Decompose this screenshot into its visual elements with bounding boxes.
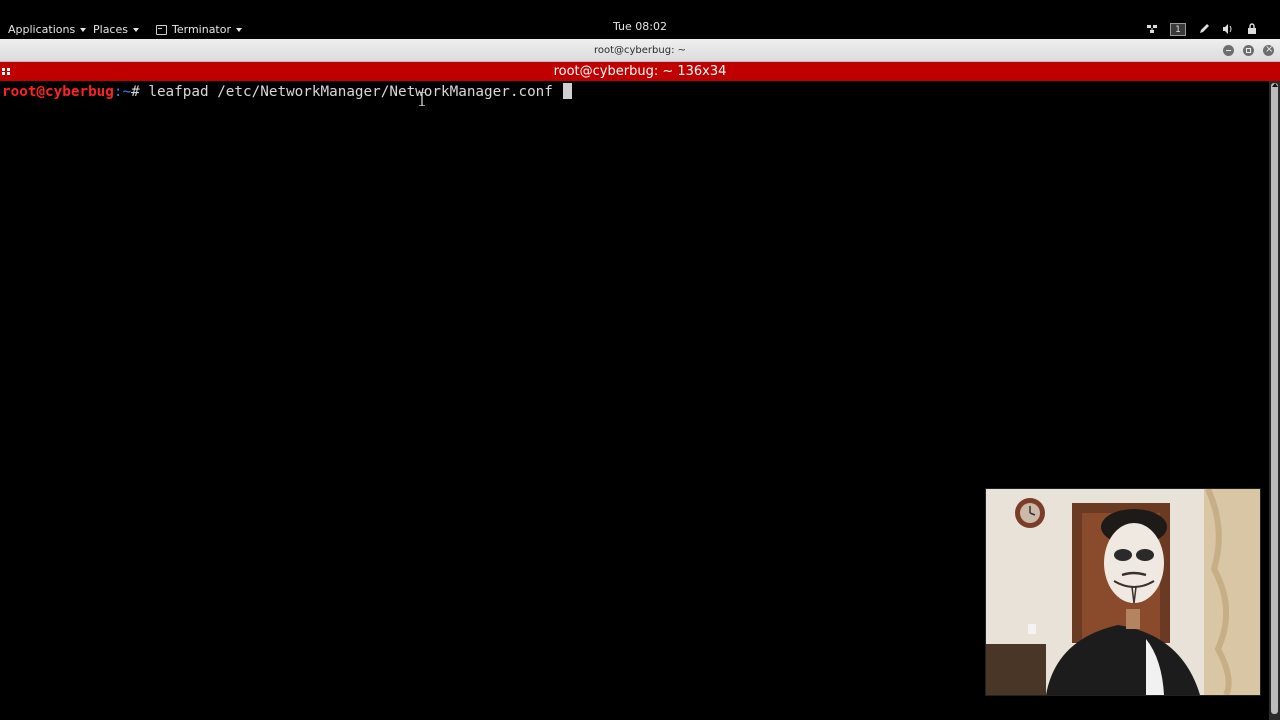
group-icon[interactable] <box>2 68 10 75</box>
system-tray: 1 <box>1146 20 1270 38</box>
command-text: leafpad /etc/NetworkManager/NetworkManag… <box>148 84 562 100</box>
volume-icon[interactable] <box>1222 23 1234 35</box>
scrollbar-thumb[interactable] <box>1271 83 1278 714</box>
maximize-icon[interactable] <box>1243 45 1254 56</box>
network-icon[interactable] <box>1146 23 1158 35</box>
window-title: root@cyberbug: ~ <box>593 45 687 56</box>
lock-icon[interactable] <box>1246 23 1258 35</box>
workspace-indicator[interactable]: 1 <box>1170 22 1186 36</box>
prompt-user-host: root@cyberbug <box>2 84 114 100</box>
scroll-up-icon[interactable] <box>1272 83 1278 87</box>
ibeam-cursor-icon <box>419 92 425 106</box>
text-cursor <box>562 83 572 99</box>
minimize-icon[interactable] <box>1223 45 1234 56</box>
pen-icon[interactable] <box>1198 23 1210 35</box>
top-panel: Applications Places Terminator Tue 08:02… <box>0 0 1280 39</box>
prompt-path: :~ <box>113 84 132 100</box>
clock[interactable]: Tue 08:02 <box>0 20 1280 33</box>
webcam-overlay-image <box>986 489 1260 695</box>
prompt-symbol: # <box>131 84 149 100</box>
terminator-title: root@cyberbug: ~ 136x34 <box>553 64 727 79</box>
window-titlebar[interactable]: root@cyberbug: ~ <box>0 39 1280 62</box>
terminal-scrollbar[interactable] <box>1269 81 1280 720</box>
command-line: root@cyberbug:~# leafpad /etc/NetworkMan… <box>2 82 572 102</box>
terminator-titlebar[interactable]: root@cyberbug: ~ 136x34 <box>0 62 1280 81</box>
close-icon[interactable] <box>1263 45 1274 56</box>
